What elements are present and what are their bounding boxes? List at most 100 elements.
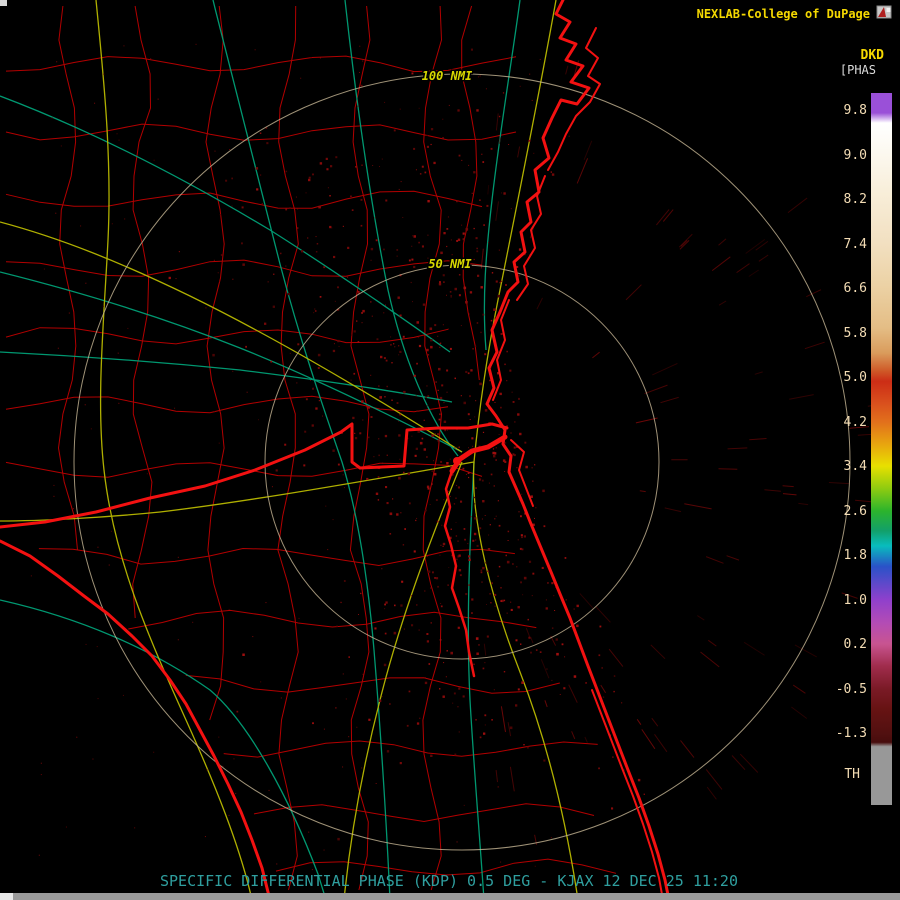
echo-speckle (637, 778, 641, 782)
radial-echo-dash (708, 639, 717, 647)
echo-speckle (307, 237, 309, 239)
radial-echo-dash (789, 394, 814, 400)
echo-speckle (433, 161, 436, 165)
echo-speckle (264, 322, 267, 325)
echo-speckle (408, 259, 411, 262)
echo-speckle (474, 416, 476, 418)
echo-speckle (398, 420, 400, 422)
colorbar-tick: 1.8 (843, 548, 867, 563)
echo-speckle (146, 473, 148, 475)
echo-speckle (493, 689, 495, 691)
echo-speckle (60, 145, 62, 147)
radial-echo-dash (483, 643, 487, 656)
echo-speckle (442, 324, 444, 326)
echo-speckle (446, 429, 448, 431)
radial-echo-dash (718, 300, 727, 306)
radial-echo-dash (782, 493, 797, 496)
echo-speckle (481, 581, 483, 583)
echo-speckle (214, 411, 216, 413)
echo-speckle (53, 495, 55, 497)
echo-speckle (232, 370, 234, 372)
echo-speckle (474, 345, 477, 347)
echo-speckle (399, 413, 402, 416)
echo-speckle (396, 513, 399, 516)
echo-speckle (478, 644, 480, 646)
echo-speckle (453, 692, 456, 695)
echo-speckle (561, 643, 564, 646)
echo-speckle (311, 869, 313, 871)
echo-speckle (479, 382, 482, 386)
echo-speckle (489, 524, 491, 526)
echo-speckle (443, 420, 447, 423)
radial-echo-dash (764, 489, 781, 492)
radial-echo-dash (792, 684, 806, 694)
county-line (253, 803, 595, 823)
echo-speckle (357, 341, 360, 343)
echo-speckle (458, 154, 461, 157)
radial-echo-dash (739, 753, 759, 773)
echo-speckle (440, 251, 443, 255)
echo-speckle (411, 245, 413, 247)
highway (95, 0, 253, 900)
echo-speckle (424, 681, 428, 685)
echo-speckle (447, 584, 449, 586)
echo-speckle (308, 831, 310, 833)
echo-speckle (522, 594, 524, 596)
echo-speckle (213, 259, 215, 261)
echo-speckle (335, 156, 338, 159)
echo-speckle (351, 209, 354, 211)
echo-speckle (521, 493, 523, 495)
echo-speckle (484, 515, 486, 516)
echo-speckle (521, 681, 524, 684)
echo-speckle (396, 249, 399, 251)
echo-speckle (516, 566, 518, 568)
echo-speckle (373, 456, 375, 458)
radar-screen: { "header": { "brand": "NEXLAB-College o… (0, 0, 900, 900)
echo-speckle (426, 405, 428, 407)
echo-speckle (512, 563, 514, 565)
echo-speckle (551, 582, 554, 585)
echo-speckle (298, 617, 300, 619)
echo-speckle (502, 92, 505, 94)
echo-speckle (450, 239, 452, 241)
echo-speckle (342, 225, 344, 227)
echo-speckle (484, 714, 487, 717)
echo-speckle (242, 653, 245, 656)
echo-speckle (390, 343, 392, 346)
echo-speckle (418, 344, 422, 348)
echo-speckle (465, 228, 469, 231)
echo-speckle (76, 736, 78, 738)
echo-speckle (287, 293, 290, 296)
echo-speckle (268, 789, 270, 791)
echo-speckle (446, 369, 449, 372)
echo-speckle (317, 353, 321, 357)
echo-speckle (386, 385, 388, 388)
echo-speckle (602, 696, 605, 698)
echo-speckle (446, 391, 448, 393)
echo-speckle (399, 108, 401, 110)
echo-speckle (430, 143, 432, 146)
echo-speckle (336, 625, 338, 628)
county-line (422, 5, 443, 891)
echo-speckle (473, 532, 477, 536)
county-line (185, 674, 560, 694)
echo-speckle (438, 418, 441, 421)
echo-speckle (506, 380, 508, 382)
echo-speckle (411, 595, 413, 597)
radial-echo-dash (726, 555, 740, 561)
echo-speckle (462, 695, 465, 698)
echo-speckle (362, 673, 364, 675)
echo-speckle (473, 227, 475, 230)
echo-speckle (376, 338, 379, 341)
echo-speckle (546, 668, 548, 670)
echo-speckle (463, 528, 466, 530)
echo-speckle (450, 296, 452, 298)
echo-speckle (305, 192, 307, 194)
echo-speckle (481, 153, 483, 155)
radial-echo-dash (787, 197, 808, 213)
echo-speckle (471, 192, 473, 194)
echo-speckle (458, 554, 461, 557)
echo-speckle (337, 837, 340, 841)
road (467, 461, 485, 900)
echo-speckle (220, 254, 223, 256)
